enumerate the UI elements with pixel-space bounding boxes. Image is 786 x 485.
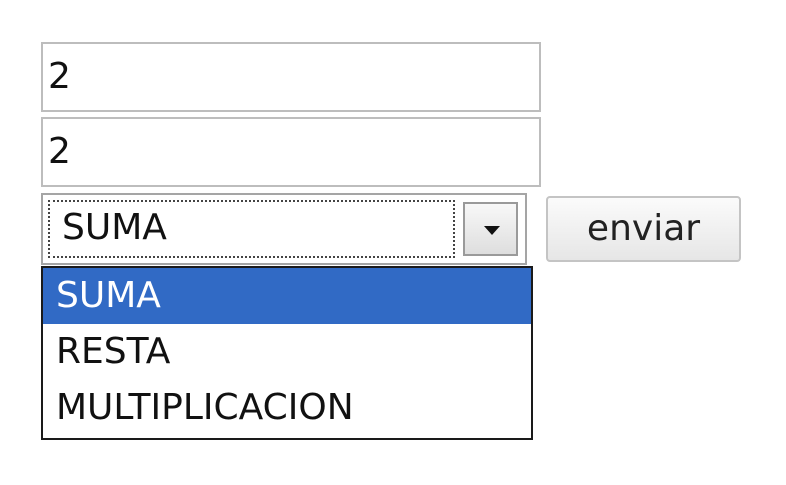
first-number-input[interactable]: 2 [41, 42, 541, 112]
second-number-input[interactable]: 2 [41, 117, 541, 187]
dropdown-arrow-button[interactable] [463, 202, 518, 256]
submit-button[interactable]: enviar [546, 196, 741, 262]
operation-dropdown-list: SUMA RESTA MULTIPLICACION [41, 266, 533, 440]
option-resta[interactable]: RESTA [43, 324, 531, 380]
operation-select[interactable]: SUMA [41, 193, 527, 265]
option-suma[interactable]: SUMA [43, 268, 531, 324]
operation-select-value: SUMA [48, 200, 455, 258]
option-multiplicacion[interactable]: MULTIPLICACION [43, 380, 531, 436]
chevron-down-icon [484, 226, 500, 235]
